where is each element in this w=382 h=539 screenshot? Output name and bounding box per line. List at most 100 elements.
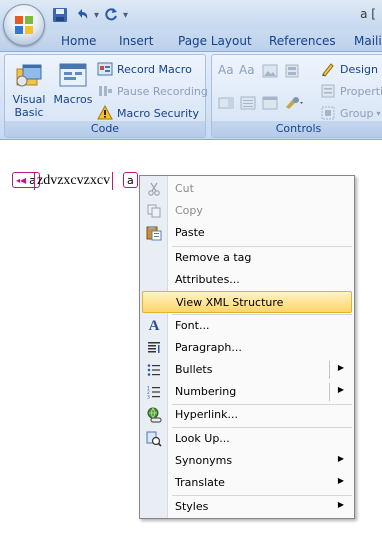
window-title: a [ bbox=[360, 7, 376, 21]
hyperlink-icon bbox=[146, 407, 162, 423]
ribbon-tabs: Home Insert Page Layout References Maili… bbox=[0, 30, 382, 52]
menu-item-synonyms[interactable]: Synonyms ▶ bbox=[142, 450, 352, 472]
svg-text:3: 3 bbox=[147, 395, 150, 400]
record-macro-icon bbox=[97, 62, 113, 76]
visual-basic-label-1: Visual bbox=[12, 93, 46, 106]
text-control-icon[interactable]: Aa bbox=[239, 63, 255, 77]
design-mode-icon bbox=[322, 63, 334, 77]
macro-security-label: Macro Security bbox=[117, 106, 199, 120]
menu-item-translate[interactable]: Translate ▶ bbox=[142, 472, 352, 494]
scissors-icon bbox=[146, 181, 162, 197]
group-label: Group bbox=[340, 106, 374, 120]
tag-start-icon: ◂◀ bbox=[16, 175, 27, 185]
xml-end-tag-name: a bbox=[127, 173, 134, 187]
menu-item-cut[interactable]: Cut bbox=[142, 178, 352, 200]
tab-mailings[interactable]: Mailin bbox=[354, 34, 382, 48]
menu-item-styles[interactable]: Styles ▶ bbox=[142, 496, 352, 518]
quick-access-toolbar: ▾ ▾ bbox=[50, 5, 128, 25]
pause-icon bbox=[99, 86, 112, 96]
xml-end-tag[interactable]: a bbox=[123, 172, 138, 188]
macro-security-button[interactable]: Macro Security bbox=[97, 104, 199, 122]
menu-item-label: Synonyms bbox=[175, 454, 233, 467]
pause-recording-button[interactable]: Pause Recording bbox=[97, 82, 208, 100]
split-separator bbox=[329, 361, 330, 379]
bullets-icon bbox=[146, 362, 162, 378]
menu-item-label: Paragraph... bbox=[175, 341, 242, 354]
menu-item-label: Font... bbox=[175, 319, 210, 332]
menu-item-bullets[interactable]: Bullets ▶ bbox=[142, 359, 352, 381]
menu-item-label: Styles bbox=[175, 500, 209, 513]
design-mode-button[interactable]: Design bbox=[320, 60, 378, 78]
building-block-control-icon[interactable] bbox=[284, 63, 300, 79]
menu-item-attributes[interactable]: Attributes... bbox=[142, 269, 352, 291]
group-dropdown-icon: ▾ bbox=[376, 108, 381, 118]
record-macro-label: Record Macro bbox=[117, 62, 192, 76]
menu-item-numbering[interactable]: 123 Numbering ▶ bbox=[142, 381, 352, 403]
submenu-arrow-icon[interactable]: ▶ bbox=[338, 363, 344, 372]
undo-icon[interactable] bbox=[72, 5, 92, 25]
combo-box-control-icon[interactable] bbox=[218, 95, 234, 111]
menu-item-label: Cut bbox=[175, 182, 194, 195]
properties-button[interactable]: Properti bbox=[320, 82, 382, 100]
office-logo-icon bbox=[15, 16, 33, 34]
macros-button[interactable]: Macros bbox=[53, 59, 93, 106]
paste-icon bbox=[146, 225, 162, 241]
tab-references[interactable]: References bbox=[269, 34, 336, 48]
menu-item-view-xml-structure[interactable]: View XML Structure bbox=[142, 291, 352, 313]
record-macro-button[interactable]: Record Macro bbox=[97, 60, 192, 78]
visual-basic-label-2: Basic bbox=[14, 106, 44, 119]
menu-item-paste[interactable]: Paste bbox=[142, 222, 352, 244]
controls-group-label: Controls bbox=[212, 121, 382, 137]
save-icon[interactable] bbox=[50, 5, 70, 25]
menu-item-label: Copy bbox=[175, 204, 203, 217]
tab-page-layout[interactable]: Page Layout bbox=[178, 34, 252, 48]
pause-recording-label: Pause Recording bbox=[117, 84, 208, 98]
group-button[interactable]: Group ▾ bbox=[320, 104, 381, 122]
menu-item-label: Look Up... bbox=[175, 432, 230, 445]
undo-dropdown-icon[interactable]: ▾ bbox=[94, 10, 99, 21]
legacy-tools-icon[interactable] bbox=[284, 95, 304, 111]
rich-text-control-icon[interactable]: Aa bbox=[218, 63, 234, 77]
properties-label: Properti bbox=[340, 84, 382, 98]
properties-icon bbox=[321, 84, 335, 98]
title-bar: ▾ ▾ a [ bbox=[0, 0, 382, 30]
date-picker-control-icon[interactable] bbox=[262, 95, 278, 111]
menu-item-label: Translate bbox=[175, 476, 225, 489]
menu-item-look-up[interactable]: Look Up... bbox=[142, 428, 352, 450]
submenu-arrow-icon: ▶ bbox=[337, 454, 344, 463]
code-group-label: Code bbox=[5, 121, 205, 137]
code-group: Visual Basic Macros Record Macro Pause R… bbox=[4, 54, 208, 138]
menu-item-copy[interactable]: Copy bbox=[142, 200, 352, 222]
menu-item-remove-tag[interactable]: Remove a tag bbox=[142, 247, 352, 269]
redo-icon[interactable] bbox=[101, 5, 121, 25]
ribbon: Visual Basic Macros Record Macro Pause R… bbox=[0, 52, 382, 140]
submenu-arrow-icon: ▶ bbox=[337, 476, 344, 485]
menu-item-label: View XML Structure bbox=[176, 296, 284, 309]
menu-item-font[interactable]: A Font... bbox=[142, 315, 352, 337]
office-button[interactable] bbox=[3, 4, 45, 46]
menu-item-label: Paste bbox=[175, 226, 205, 239]
menu-item-label: Hyperlink... bbox=[175, 408, 238, 421]
document-text[interactable]: zdvzxcvzxcv bbox=[34, 172, 114, 190]
tab-home[interactable]: Home bbox=[61, 34, 96, 48]
group-icon bbox=[321, 106, 335, 120]
font-icon: A bbox=[148, 317, 160, 334]
controls-group: Aa Aa Design Properti Group ▾ Controls bbox=[211, 54, 382, 138]
menu-item-label: Attributes... bbox=[175, 273, 240, 286]
split-separator bbox=[329, 383, 330, 401]
visual-basic-button[interactable]: Visual Basic bbox=[9, 59, 49, 119]
menu-item-label: Numbering bbox=[175, 385, 237, 398]
macros-icon bbox=[57, 61, 89, 91]
picture-control-icon[interactable] bbox=[262, 63, 278, 79]
numbering-icon: 123 bbox=[146, 384, 162, 400]
lookup-icon bbox=[146, 431, 162, 447]
menu-item-hyperlink[interactable]: Hyperlink... bbox=[142, 404, 352, 426]
drop-down-list-control-icon[interactable] bbox=[240, 95, 256, 111]
context-menu: Cut Copy Paste Remove a tag Attributes..… bbox=[139, 175, 355, 519]
copy-icon bbox=[146, 203, 162, 219]
tab-insert[interactable]: Insert bbox=[119, 34, 153, 48]
submenu-arrow-icon[interactable]: ▶ bbox=[338, 385, 344, 394]
customize-qat-icon[interactable]: ▾ bbox=[123, 10, 128, 21]
menu-item-paragraph[interactable]: Paragraph... bbox=[142, 337, 352, 359]
paragraph-icon bbox=[146, 340, 162, 356]
